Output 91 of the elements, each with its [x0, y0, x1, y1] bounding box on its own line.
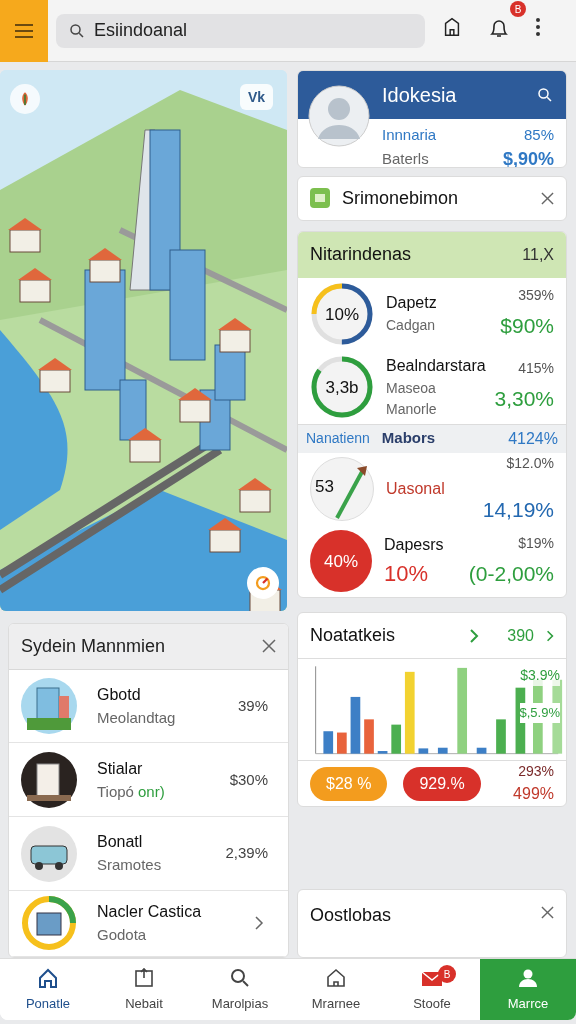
item-value: 39%: [237, 695, 268, 716]
side-value: 499%: [513, 784, 554, 805]
close-icon[interactable]: [541, 191, 554, 205]
close-icon[interactable]: [541, 906, 554, 920]
profile-name: Idokesia: [382, 83, 457, 108]
stat-value: 3,30%: [494, 386, 554, 413]
list-item[interactable]: Stialar Tiopó onr) $30%: [9, 743, 288, 818]
card-title: Noatatkeis: [310, 624, 397, 648]
stat-top-value: 415%: [518, 359, 554, 379]
section-title: Nanatienn: [306, 429, 370, 449]
search-icon: [68, 21, 86, 40]
chart-bar: [496, 719, 506, 754]
avatar-silhouette: [308, 85, 370, 147]
search-icon[interactable]: [536, 86, 554, 104]
stat-value: (0-2,00%: [468, 561, 554, 588]
kebab-icon: [535, 17, 541, 37]
chevron-right-icon[interactable]: [546, 628, 554, 643]
chart-bar: [377, 751, 388, 754]
item-subtitle: Tiopó: [97, 781, 134, 802]
list-item[interactable]: Bonatl Sramotes 2,39%: [9, 817, 288, 891]
notification-badge: B: [438, 965, 456, 983]
item-subtitle-accent: onr): [137, 781, 165, 802]
profile-label: Innnaria: [382, 124, 437, 145]
chart-bar: [364, 719, 374, 754]
header-value: 11,X: [522, 244, 554, 265]
chart-bar: [391, 724, 402, 754]
stat-value: $90%: [500, 313, 554, 340]
chart-avatar-icon: [21, 895, 77, 952]
profile-value: 85%: [523, 124, 554, 145]
item-subtitle: Godota: [97, 925, 147, 946]
progress-ring: [310, 281, 374, 346]
share-icon: [132, 965, 156, 990]
chart-label: $,5.9%: [519, 703, 560, 723]
section-subtitle: Mabors: [381, 428, 436, 449]
chart-bar: [350, 697, 361, 754]
card-title: Sydein Mannmien: [21, 634, 166, 658]
badge-label: 40%: [324, 550, 358, 573]
stat-top-value: 359%: [518, 286, 554, 306]
header-value: 390: [507, 625, 534, 646]
profile-label: Baterls: [382, 148, 429, 167]
chart-bar: [323, 731, 334, 754]
building-avatar-icon: [21, 678, 77, 735]
close-icon[interactable]: [262, 639, 276, 654]
item-subtitle: Sramotes: [97, 855, 162, 876]
card-title: Nitarindenas: [310, 243, 412, 267]
item-value: $30%: [229, 769, 268, 790]
notification-badge: B: [510, 1, 526, 17]
stat-subtitle: 10%: [384, 559, 430, 588]
chevron-right-icon[interactable]: [469, 628, 480, 643]
progress-ring: [310, 354, 374, 419]
stat-title: Dapesrs: [384, 534, 445, 555]
stat-subtitle: Cadgan: [386, 316, 437, 336]
stat-title: Uasonal: [386, 479, 446, 500]
search-field[interactable]: Esiindoanal: [56, 13, 425, 48]
percent-pill: $28 %: [310, 766, 388, 801]
item-title: Gbotd: [97, 684, 142, 705]
location-icon: [254, 573, 272, 592]
stat-top-value: $19%: [518, 534, 554, 554]
chart-bar: [476, 748, 487, 754]
apartment-avatar-icon: [21, 751, 77, 808]
chart-bar: [418, 748, 429, 754]
profile-value: $,90%: [502, 147, 554, 167]
item-title: Nacler Castica: [97, 902, 203, 923]
item-value: 2,39%: [225, 843, 268, 864]
stat-subtitle: Manorle: [386, 399, 438, 419]
chart-bar: [337, 732, 347, 754]
stat-top-value: $12.0%: [506, 453, 554, 473]
chevron-right-icon: [254, 916, 264, 931]
stat-subtitle: Maseoa: [386, 378, 437, 398]
list-item[interactable]: Nacler Castica Godota: [9, 890, 288, 957]
car-avatar-icon: [21, 825, 77, 882]
item-title: Stialar: [97, 758, 144, 779]
list-item[interactable]: Gbotd Meolandtag 39%: [9, 669, 288, 744]
ring-label: 10%: [325, 305, 359, 323]
notification-text: Srimonebimon: [342, 186, 460, 210]
menu-icon: [14, 22, 34, 39]
stat-title: Dapetz: [386, 293, 438, 314]
gauge-label: 53: [315, 476, 334, 499]
menu-button[interactable]: [0, 0, 48, 62]
section-value: 4124%: [508, 428, 558, 449]
stat-value: 14,19%: [482, 496, 554, 523]
app-icon: [310, 188, 330, 209]
map-button[interactable]: Vk: [239, 84, 273, 110]
item-subtitle: Meolandtag: [97, 707, 176, 728]
side-value: 293%: [518, 762, 554, 782]
arrow-icon: [333, 464, 369, 521]
chart-bar: [437, 748, 448, 754]
percent-pill: 929.%: [403, 766, 481, 801]
card-title: Oostlobas: [310, 904, 392, 928]
ring-label: 3,3b: [325, 378, 359, 396]
item-title: Bonatl: [97, 832, 144, 853]
